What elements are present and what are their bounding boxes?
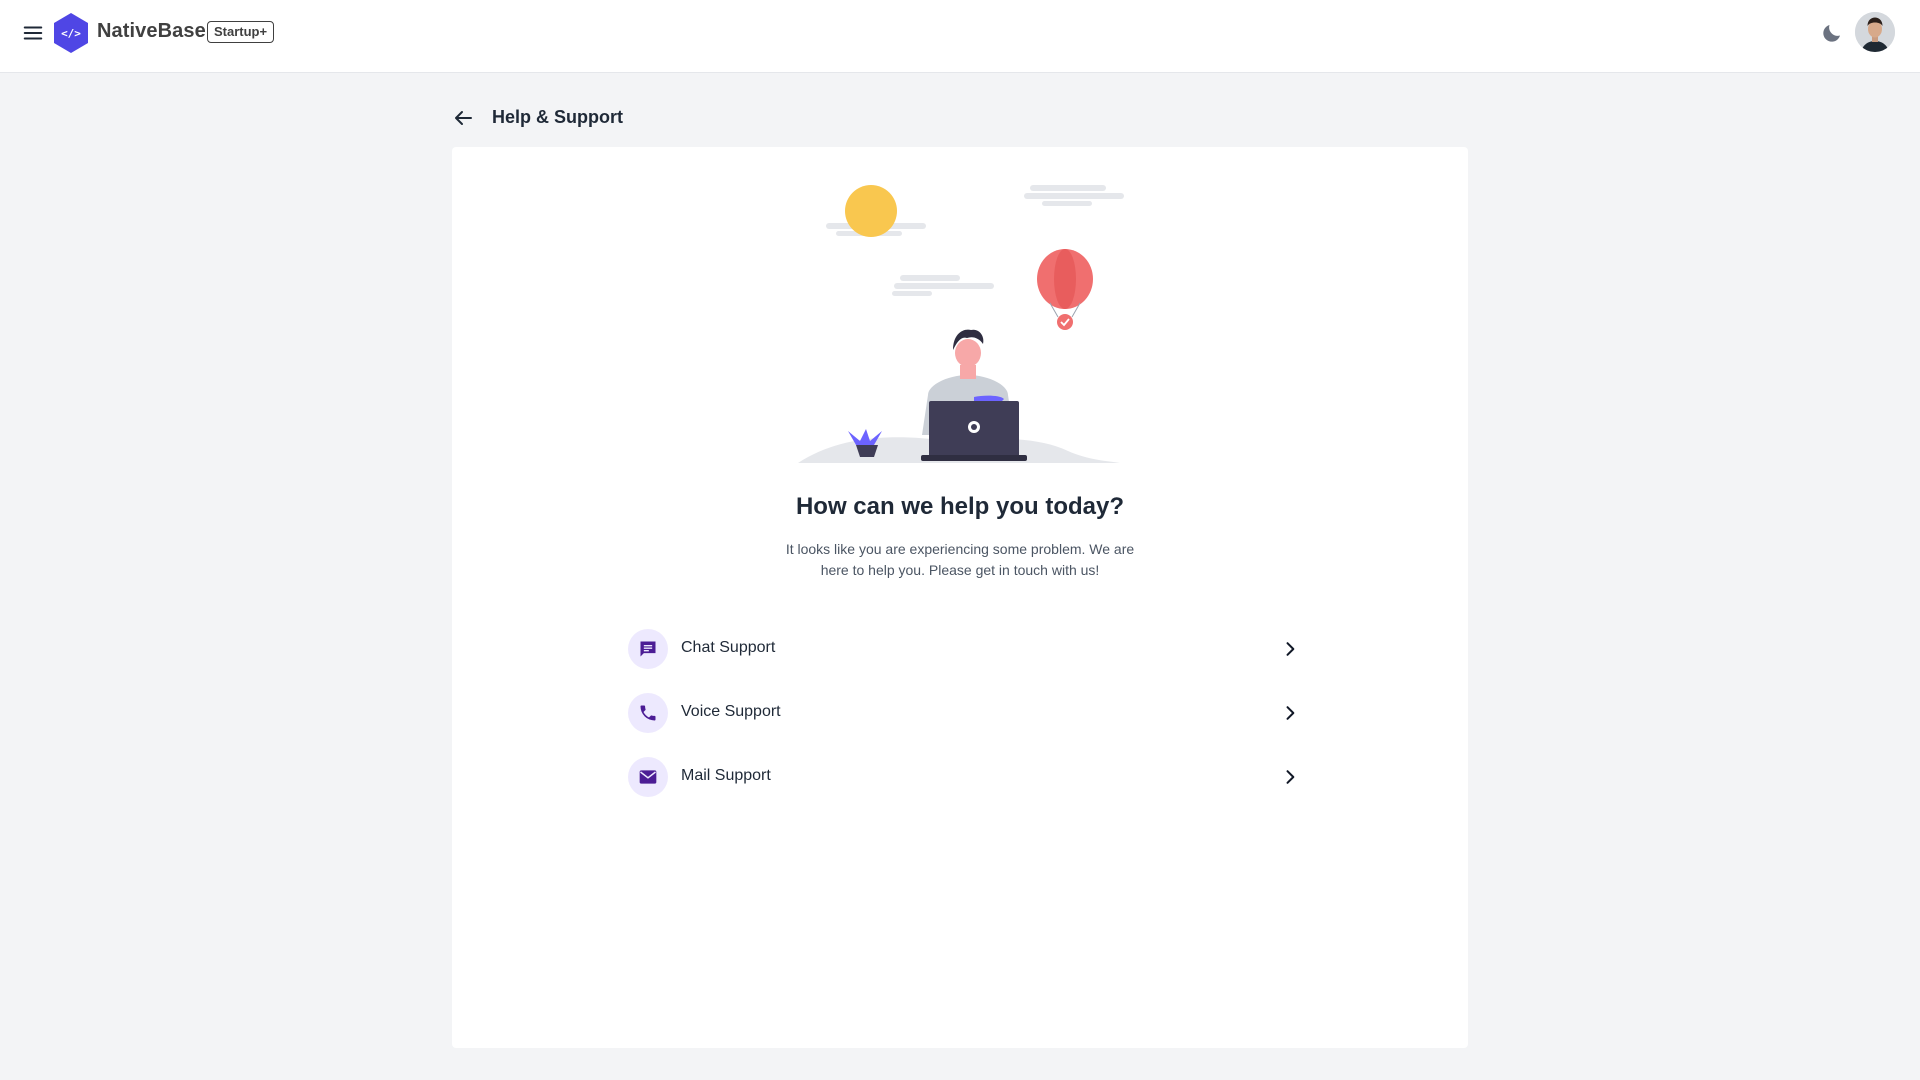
option-label: Voice Support bbox=[681, 703, 781, 720]
help-subtext: It looks like you are experiencing some … bbox=[785, 541, 1135, 578]
arrow-left-icon[interactable] bbox=[451, 106, 475, 130]
mail-icon bbox=[628, 757, 668, 797]
top-navigation-bar: </> NativeBase Startup+ bbox=[0, 0, 1920, 73]
support-options-list: Chat Support Voice Support Mail Support bbox=[628, 617, 1300, 809]
support-illustration bbox=[798, 175, 1124, 465]
help-support-card: How can we help you today? It looks like… bbox=[452, 147, 1468, 1048]
brand-name: NativeBase bbox=[97, 20, 206, 42]
chevron-right-icon bbox=[1280, 639, 1300, 659]
chevron-right-icon bbox=[1280, 767, 1300, 787]
voice-support-option[interactable]: Voice Support bbox=[628, 681, 1300, 745]
option-label: Chat Support bbox=[681, 639, 776, 656]
phone-icon bbox=[628, 693, 668, 733]
page-title: Help & Support bbox=[492, 107, 623, 127]
option-label: Mail Support bbox=[681, 767, 771, 784]
mail-support-option[interactable]: Mail Support bbox=[628, 745, 1300, 809]
chat-icon bbox=[628, 629, 668, 669]
moon-icon[interactable] bbox=[1820, 21, 1844, 45]
svg-text:</>: </> bbox=[61, 27, 81, 40]
chat-support-option[interactable]: Chat Support bbox=[628, 617, 1300, 681]
nativebase-logo: </> bbox=[53, 12, 89, 54]
chevron-right-icon bbox=[1280, 703, 1300, 723]
hamburger-menu-icon[interactable] bbox=[22, 22, 44, 44]
user-avatar[interactable] bbox=[1855, 12, 1895, 52]
plan-badge: Startup+ bbox=[207, 21, 275, 43]
help-headline: How can we help you today? bbox=[795, 493, 1125, 520]
